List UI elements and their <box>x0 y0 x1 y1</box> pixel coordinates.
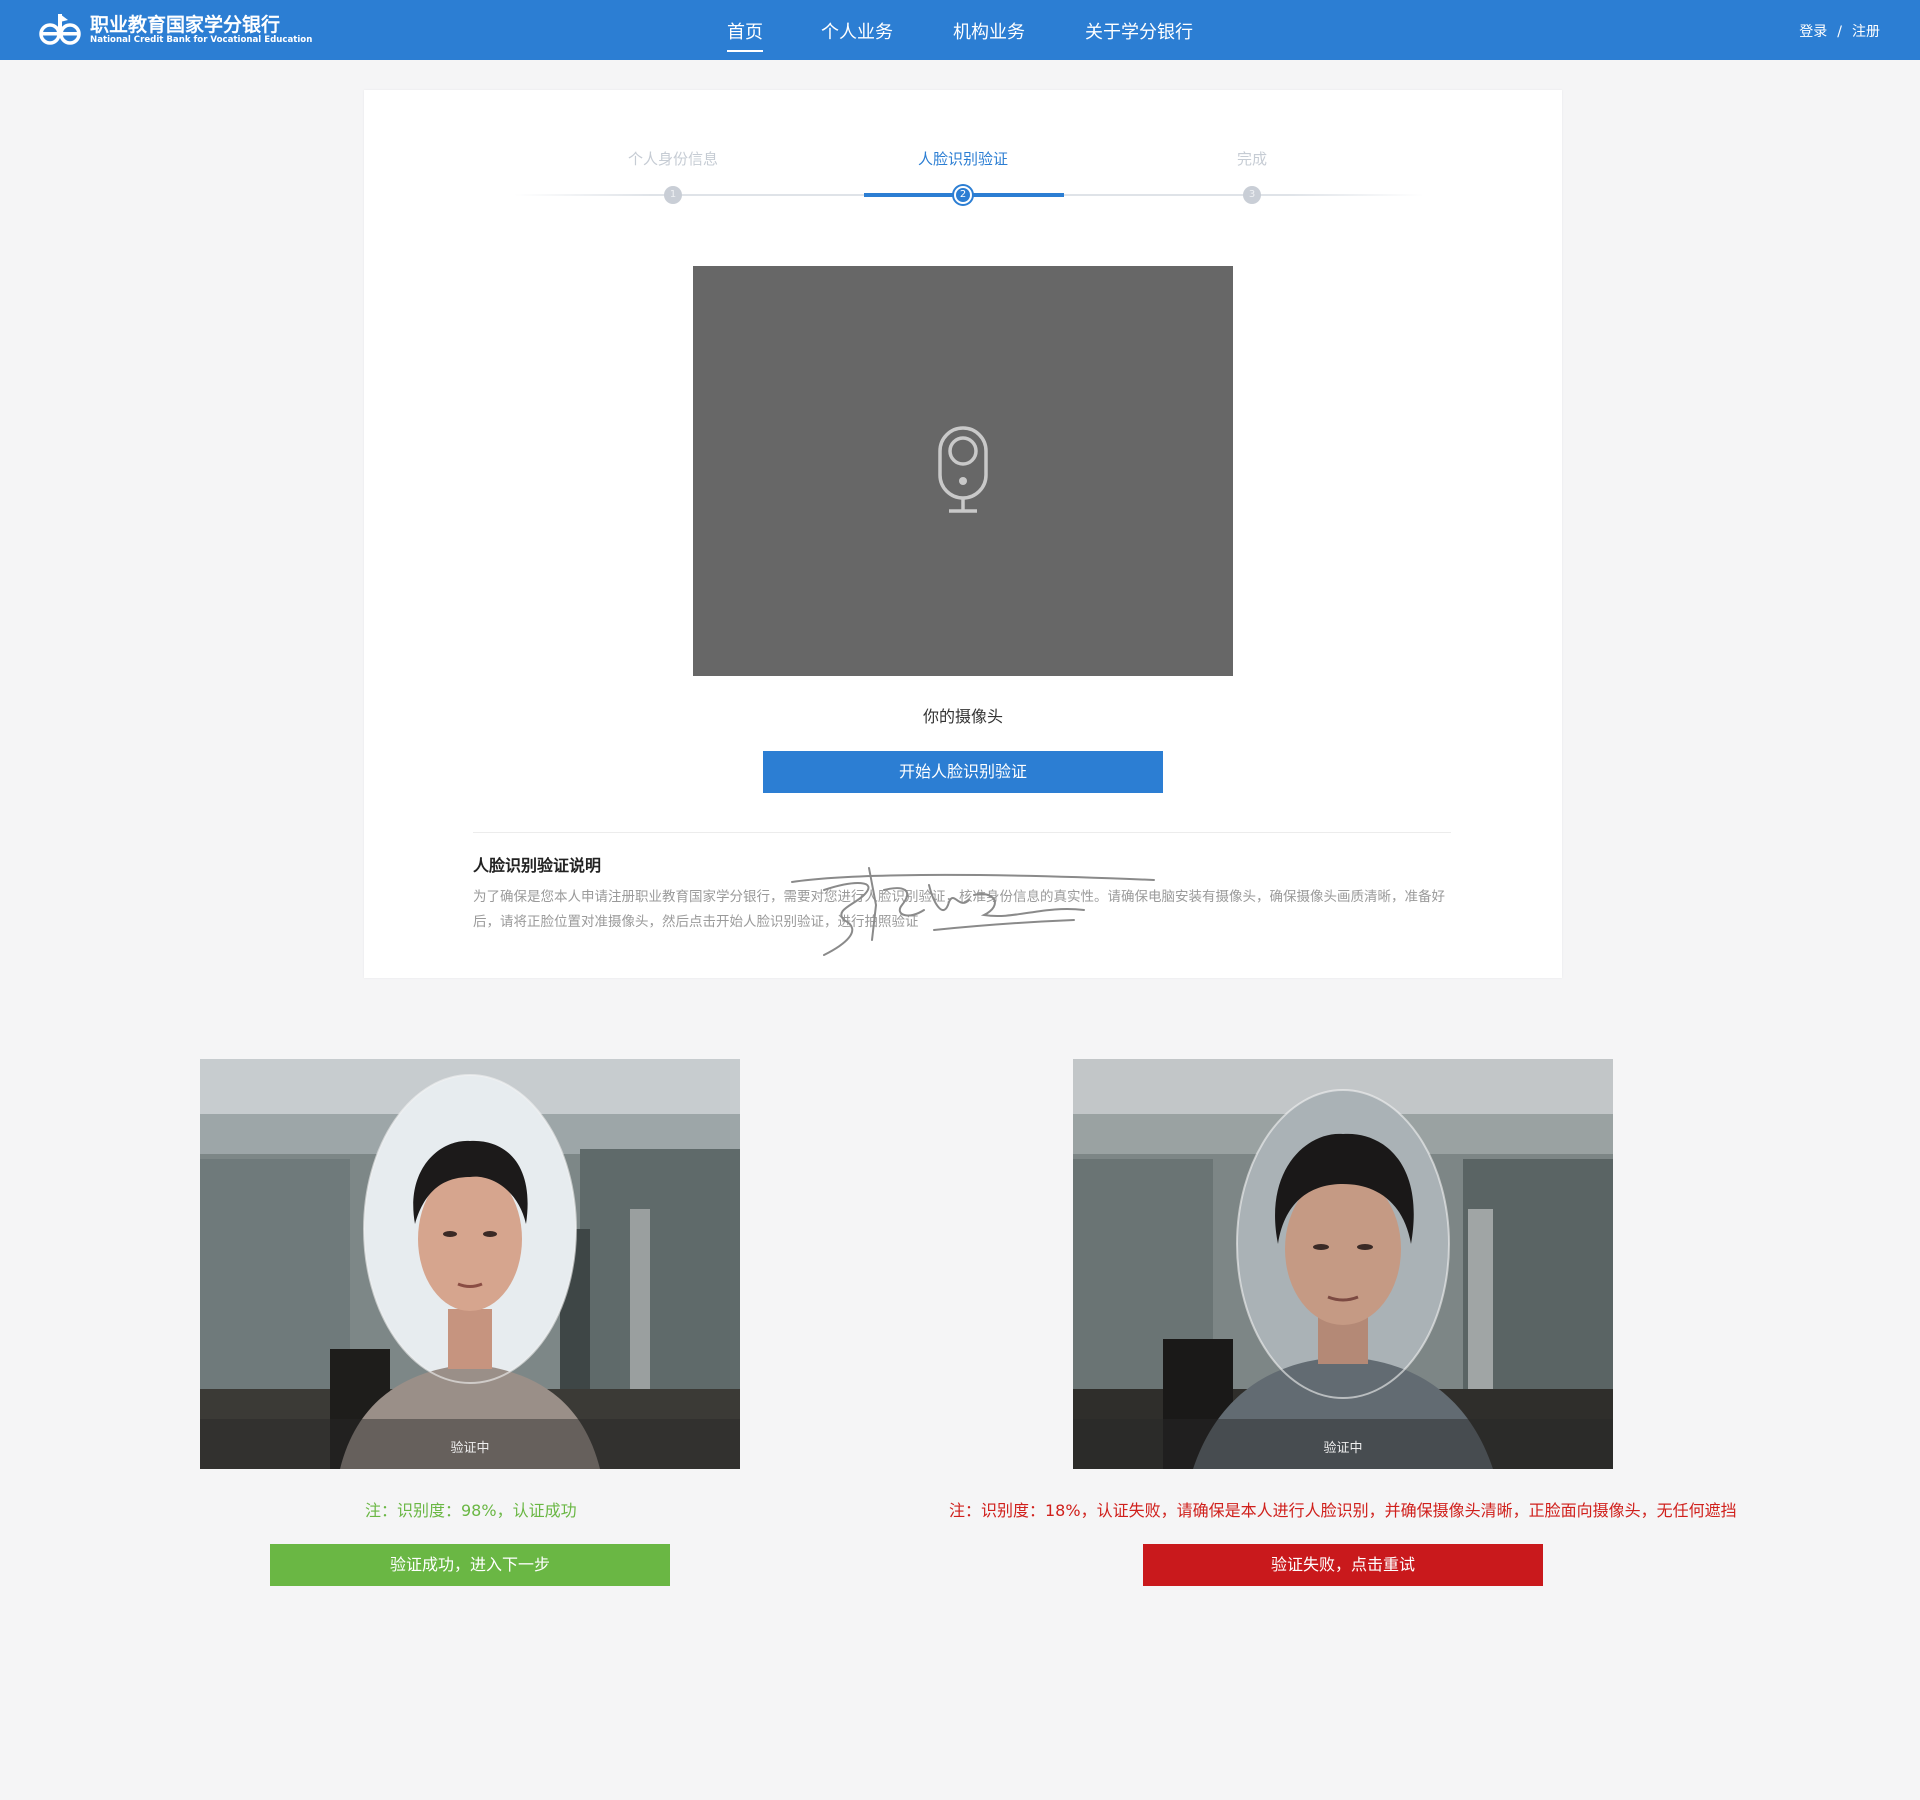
step-label-complete: 完成 <box>1236 150 1268 168</box>
demo-success-face-image <box>200 1059 740 1469</box>
nav-personal-business[interactable]: 个人业务 <box>821 18 893 44</box>
step-label-face-verification: 人脸识别验证 <box>917 150 1009 168</box>
step-label-identity-info: 个人身份信息 <box>627 150 719 168</box>
step-dot-3: 3 <box>1243 186 1261 204</box>
retry-verification-button[interactable]: 验证失败，点击重试 <box>1143 1544 1543 1586</box>
handwritten-signature <box>791 867 1155 956</box>
demo-photo-success: 验证中 <box>200 1059 740 1469</box>
auth-links: 登录 / 注册 <box>1799 21 1880 41</box>
proceed-next-step-button[interactable]: 验证成功，进入下一步 <box>270 1544 670 1586</box>
nav-about-credit-bank[interactable]: 关于学分银行 <box>1085 18 1193 44</box>
login-link[interactable]: 登录 <box>1799 24 1827 40</box>
verifying-status: 验证中 <box>1323 1441 1363 1456</box>
nav-institution-business[interactable]: 机构业务 <box>953 18 1025 44</box>
instructions-title: 人脸识别验证说明 <box>473 856 602 875</box>
camera-preview <box>693 266 1233 676</box>
camera-caption: 你的摄像头 <box>922 707 1003 726</box>
webcam-icon <box>938 426 988 513</box>
logo-name: 职业教育国家学分银行 <box>90 14 281 36</box>
register-link[interactable]: 注册 <box>1852 24 1880 40</box>
fail-result-text: 注：识别度：18%，认证失败，请确保是本人进行人脸识别，并确保摄像头清晰，正脸面… <box>949 1501 1737 1520</box>
logo-subtitle: National Credit Bank for Vocational Educ… <box>90 35 313 45</box>
logo-icon <box>39 14 81 45</box>
verifying-status: 验证中 <box>450 1441 490 1456</box>
site-logo[interactable]: 职业教育国家学分银行 National Credit Bank for Voca… <box>38 10 312 50</box>
top-navigation-bar: 职业教育国家学分银行 National Credit Bank for Voca… <box>0 0 1920 60</box>
demo-photo-fail: 验证中 <box>1073 1059 1613 1469</box>
success-result-text: 注：识别度：98%，认证成功 <box>365 1501 577 1520</box>
start-face-verification-button[interactable]: 开始人脸识别验证 <box>763 751 1163 793</box>
demo-fail-face-image <box>1073 1059 1613 1469</box>
nav-home[interactable]: 首页 <box>727 18 763 52</box>
auth-separator: / <box>1837 24 1842 40</box>
step-dot-1: 1 <box>664 186 682 204</box>
section-divider <box>473 832 1451 833</box>
step-dot-2: 2 <box>954 186 972 204</box>
face-verification-card: 个人身份信息 人脸识别验证 完成 1 2 3 你的摄像头 开始人脸识别验证 人脸… <box>364 90 1562 978</box>
